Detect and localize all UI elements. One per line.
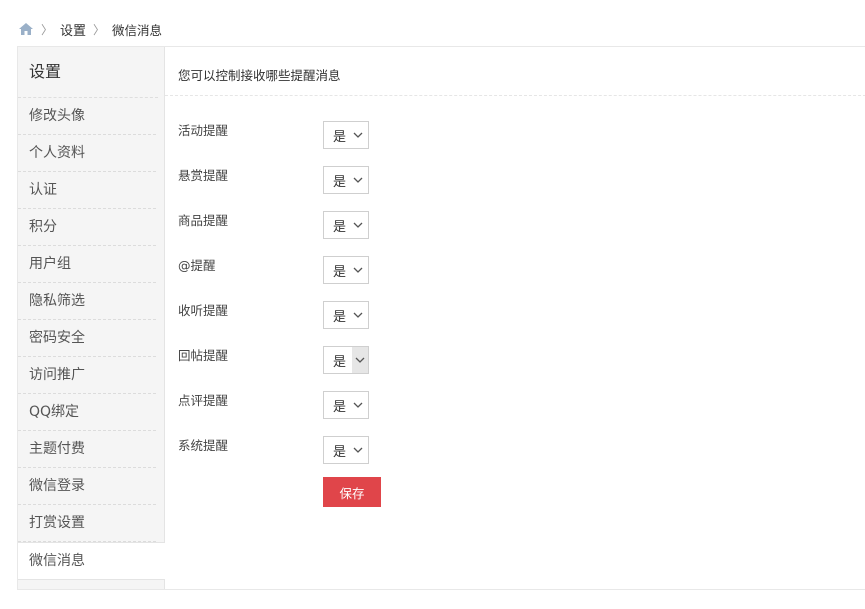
settings-panel: 设置 修改头像 个人资料 认证 积分 用户组 隐私筛选 密码安全 访问推广 QQ… xyxy=(17,46,865,590)
select-value: 是 xyxy=(333,219,347,235)
sidebar-item-promotion[interactable]: 访问推广 xyxy=(18,357,156,394)
reply-reminder-select[interactable]: 是 xyxy=(323,346,369,374)
save-button[interactable]: 保存 xyxy=(323,477,381,507)
setting-row: 点评提醒 是 xyxy=(178,384,369,419)
sidebar-item-privacy[interactable]: 隐私筛选 xyxy=(18,283,156,320)
product-reminder-select[interactable]: 是 xyxy=(323,211,369,239)
sidebar-item-reward-settings[interactable]: 打赏设置 xyxy=(18,505,156,542)
setting-label: @提醒 xyxy=(178,257,216,273)
sidebar-item-wechat-login[interactable]: 微信登录 xyxy=(18,468,156,505)
breadcrumb-link-settings[interactable]: 设置 xyxy=(60,20,86,39)
sidebar-item-profile[interactable]: 个人资料 xyxy=(18,135,156,172)
chevron-down-icon xyxy=(353,402,363,408)
sidebar-item-avatar[interactable]: 修改头像 xyxy=(18,98,156,135)
chevron-down-icon xyxy=(355,357,365,363)
sidebar-item-credits[interactable]: 积分 xyxy=(18,209,156,246)
setting-label: 商品提醒 xyxy=(178,212,229,228)
chevron-down-icon xyxy=(353,312,363,318)
breadcrumb-separator-icon: 〉 xyxy=(93,22,106,37)
setting-label: 活动提醒 xyxy=(178,122,229,138)
select-value: 是 xyxy=(333,129,347,145)
breadcrumb-separator-icon: 〉 xyxy=(41,22,54,37)
sidebar: 设置 修改头像 个人资料 认证 积分 用户组 隐私筛选 密码安全 访问推广 QQ… xyxy=(18,47,165,589)
setting-label: 回帖提醒 xyxy=(178,347,229,363)
setting-label: 点评提醒 xyxy=(178,392,229,408)
select-value: 是 xyxy=(333,399,347,415)
activity-reminder-select[interactable]: 是 xyxy=(323,121,369,149)
sidebar-item-qq-bind[interactable]: QQ绑定 xyxy=(18,394,156,431)
main-content: 您可以控制接收哪些提醒消息 活动提醒 是 悬赏提醒 是 商品提醒 是 @提醒 是… xyxy=(165,47,865,589)
select-value: 是 xyxy=(333,354,347,370)
setting-row: 商品提醒 是 xyxy=(178,204,369,239)
mention-reminder-select[interactable]: 是 xyxy=(323,256,369,284)
chevron-down-icon xyxy=(353,447,363,453)
breadcrumb-current: 微信消息 xyxy=(112,22,163,38)
chevron-down-icon xyxy=(353,267,363,273)
select-value: 是 xyxy=(333,264,347,280)
sidebar-item-paid-topics[interactable]: 主题付费 xyxy=(18,431,156,468)
setting-label: 收听提醒 xyxy=(178,302,229,318)
sidebar-item-verify[interactable]: 认证 xyxy=(18,172,156,209)
select-value: 是 xyxy=(333,444,347,460)
setting-label: 悬赏提醒 xyxy=(178,167,229,183)
setting-row: 回帖提醒 是 xyxy=(178,339,369,374)
setting-row: 系统提醒 是 xyxy=(178,429,369,464)
select-value: 是 xyxy=(333,174,347,190)
setting-row: @提醒 是 xyxy=(178,249,369,284)
system-reminder-select[interactable]: 是 xyxy=(323,436,369,464)
intro-text: 您可以控制接收哪些提醒消息 xyxy=(165,47,865,96)
follow-reminder-select[interactable]: 是 xyxy=(323,301,369,329)
chevron-down-icon xyxy=(353,132,363,138)
select-value: 是 xyxy=(333,309,347,325)
home-icon[interactable] xyxy=(18,22,34,36)
comment-reminder-select[interactable]: 是 xyxy=(323,391,369,419)
chevron-down-icon xyxy=(353,177,363,183)
setting-row: 收听提醒 是 xyxy=(178,294,369,329)
sidebar-item-wechat-messages[interactable]: 微信消息 xyxy=(18,542,165,580)
chevron-down-icon xyxy=(353,222,363,228)
setting-row: 活动提醒 是 xyxy=(178,114,369,149)
sidebar-item-password[interactable]: 密码安全 xyxy=(18,320,156,357)
sidebar-title: 设置 xyxy=(18,47,158,98)
breadcrumb: 〉 设置 〉 微信消息 xyxy=(18,19,162,39)
bounty-reminder-select[interactable]: 是 xyxy=(323,166,369,194)
setting-row: 悬赏提醒 是 xyxy=(178,159,369,194)
sidebar-item-usergroup[interactable]: 用户组 xyxy=(18,246,156,283)
setting-label: 系统提醒 xyxy=(178,437,229,453)
